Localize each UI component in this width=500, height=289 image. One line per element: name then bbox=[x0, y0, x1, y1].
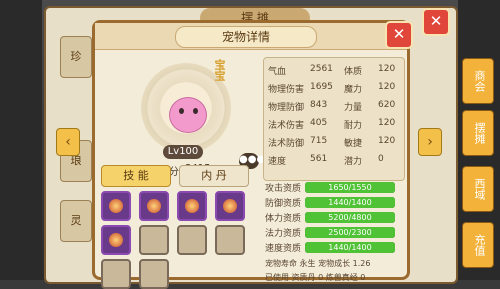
pet-name: 宝宝 bbox=[213, 59, 226, 81]
aptitudes-panel: 攻击资质 1650/1550 防御资质 1440/1400 体力资质 5200/4800 法… bbox=[263, 181, 403, 282]
pet-detail-dialog: 宠物详情 ✕ 宝宝 Lv100 评分 3415 ●●● 气血 2561 体质 1… bbox=[92, 20, 413, 289]
left-tab-3[interactable]: 灵 bbox=[60, 200, 92, 242]
aptitude-row: 速度资质 1440/1400 bbox=[263, 241, 403, 255]
stat-row: 物理伤害 1695 魔力 120 bbox=[268, 82, 396, 95]
dialog-header: 宠物详情 bbox=[95, 23, 407, 50]
skill-slots-grid bbox=[101, 191, 261, 289]
pet-eye-left bbox=[179, 108, 184, 114]
aptitude-label: 速度资质 bbox=[265, 244, 302, 254]
aptitude-label: 攻击资质 bbox=[265, 184, 302, 194]
skill-slot-empty[interactable] bbox=[101, 259, 131, 289]
stat-row: 法术防御 715 敏捷 120 bbox=[268, 136, 396, 149]
tab-stall[interactable]: 摆摊 bbox=[462, 110, 494, 156]
prev-pet-arrow[interactable]: ‹ bbox=[56, 128, 80, 156]
stat-row: 速度 561 潜力 0 bbox=[268, 154, 384, 167]
lifespan-growth-row: 宠物寿命 永生 宠物成长 1.26 bbox=[265, 259, 371, 268]
aptitude-bar: 5200/4800 bbox=[305, 212, 395, 223]
left-strip bbox=[0, 0, 42, 280]
pet-avatar bbox=[169, 97, 207, 133]
pet-level-badge: Lv100 bbox=[163, 145, 203, 159]
aptitude-value: 1440/1400 bbox=[328, 243, 372, 252]
stat-row: 法术伤害 405 耐力 120 bbox=[268, 118, 396, 131]
aptitude-label: 防御资质 bbox=[265, 199, 302, 209]
aptitude-bar: 1440/1400 bbox=[305, 197, 395, 208]
aptitude-value: 1440/1400 bbox=[328, 198, 372, 207]
aptitude-row: 法力资质 2500/2300 bbox=[263, 226, 403, 240]
next-pet-arrow[interactable]: › bbox=[418, 128, 442, 156]
used-items-row: 已使用 资质丹 0 炼兽真经 0 bbox=[265, 273, 366, 282]
aptitude-row: 防御资质 1440/1400 bbox=[263, 196, 403, 210]
tab-skills[interactable]: 技 能 bbox=[101, 165, 171, 187]
aptitude-row: 攻击资质 1650/1550 bbox=[263, 181, 403, 195]
stat-row: 物理防御 843 力量 620 bbox=[268, 100, 396, 113]
tab-neidan[interactable]: 内 丹 bbox=[179, 165, 249, 187]
aptitude-value: 2500/2300 bbox=[328, 228, 372, 237]
stat-row: 气血 2561 体质 120 bbox=[268, 64, 396, 77]
skill-slot-empty[interactable] bbox=[139, 259, 169, 289]
aptitude-row: 体力资质 5200/4800 bbox=[263, 211, 403, 225]
skill-slot-filled[interactable] bbox=[139, 191, 169, 221]
background-close-button[interactable]: ✕ bbox=[422, 8, 450, 36]
aptitude-bar: 1650/1550 bbox=[305, 182, 395, 193]
skill-slot-empty[interactable] bbox=[177, 225, 207, 255]
aptitude-label: 法力资质 bbox=[265, 229, 302, 239]
pet-portrait-area: 宝宝 Lv100 评分 3415 ●●● bbox=[101, 53, 265, 181]
skill-slot-filled[interactable] bbox=[177, 191, 207, 221]
tab-western[interactable]: 西域 bbox=[462, 166, 494, 212]
pet-eye-right bbox=[193, 108, 198, 114]
skill-slot-empty[interactable] bbox=[215, 225, 245, 255]
skill-slot-empty[interactable] bbox=[139, 225, 169, 255]
aptitude-value: 5200/4800 bbox=[328, 213, 372, 222]
aptitude-value: 1650/1550 bbox=[328, 183, 372, 192]
skill-slot-filled[interactable] bbox=[101, 225, 131, 255]
tab-recharge[interactable]: 充值 bbox=[462, 222, 494, 268]
left-tab-1[interactable]: 珍 bbox=[60, 36, 92, 78]
aptitude-label: 体力资质 bbox=[265, 214, 302, 224]
aptitude-bar: 2500/2300 bbox=[305, 227, 395, 238]
skill-slot-filled[interactable] bbox=[215, 191, 245, 221]
dialog-title: 宠物详情 bbox=[175, 26, 317, 48]
pet-stats-panel: 气血 2561 体质 120 物理伤害 1695 魔力 120 物理防御 843… bbox=[263, 57, 405, 181]
tab-commerce[interactable]: 商会 bbox=[462, 58, 494, 104]
aptitude-bar: 1440/1400 bbox=[305, 242, 395, 253]
skill-slot-filled[interactable] bbox=[101, 191, 131, 221]
close-button[interactable]: ✕ bbox=[385, 21, 413, 49]
